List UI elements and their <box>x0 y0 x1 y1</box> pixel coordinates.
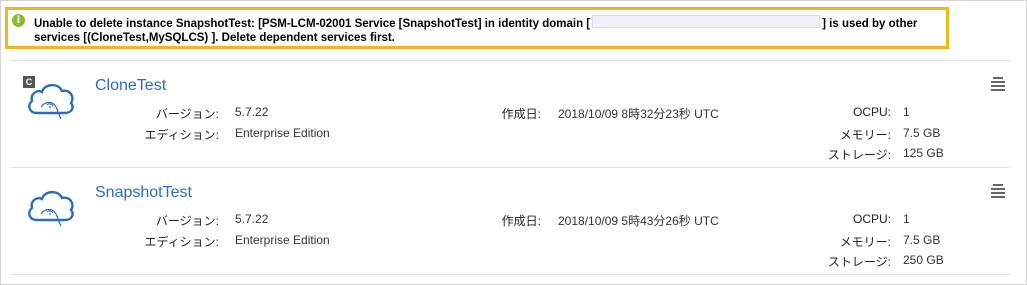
alert-message-start: Unable to delete instance SnapshotTest: … <box>34 18 591 30</box>
created-label: 作成日: <box>501 107 541 121</box>
instance-name-link[interactable]: CloneTest <box>95 77 166 95</box>
edition-value: Enterprise Edition <box>235 233 330 247</box>
memory-value: 7.5 GB <box>903 233 941 247</box>
clone-badge: C <box>23 76 35 88</box>
version-value: 5.7.22 <box>235 212 269 226</box>
ocpu-label: OCPU: <box>852 105 891 119</box>
instance-row: SnapshotTest バージョン: 5.7.22 エディション: Enter… <box>11 168 1011 274</box>
edition-label: エディション: <box>144 128 220 142</box>
instance-row: C CloneTest バージョン: 5.7.22 エディション: Enterp… <box>11 61 1011 167</box>
edition-label: エディション: <box>144 235 220 249</box>
service-list-panel: i Unable to delete instance SnapshotTest… <box>0 0 1027 285</box>
edition-value: Enterprise Edition <box>235 126 330 140</box>
memory-label: メモリー: <box>839 235 891 249</box>
mysql-cloud-icon <box>28 190 74 227</box>
info-icon: i <box>12 14 25 27</box>
storage-label: ストレージ: <box>827 148 891 162</box>
ocpu-label: OCPU: <box>852 212 891 226</box>
alert-message: Unable to delete instance SnapshotTest: … <box>34 15 946 45</box>
divider <box>11 274 1011 275</box>
error-alert: i Unable to delete instance SnapshotTest… <box>5 7 949 49</box>
memory-label: メモリー: <box>839 128 891 142</box>
ocpu-value: 1 <box>903 105 910 119</box>
created-label: 作成日: <box>501 214 541 228</box>
hamburger-menu-icon[interactable] <box>991 77 1005 93</box>
redacted-domain <box>592 15 821 28</box>
storage-label: ストレージ: <box>827 255 891 269</box>
created-value: 2018/10/09 5時43分26秒 UTC <box>558 214 719 228</box>
version-label: バージョン: <box>155 214 219 228</box>
instance-list: C CloneTest バージョン: 5.7.22 エディション: Enterp… <box>11 60 1011 275</box>
created-value: 2018/10/09 8時32分23秒 UTC <box>558 107 719 121</box>
ocpu-value: 1 <box>903 212 910 226</box>
storage-value: 250 GB <box>903 253 944 267</box>
version-value: 5.7.22 <box>235 105 269 119</box>
memory-value: 7.5 GB <box>903 126 941 140</box>
storage-value: 125 GB <box>903 146 944 160</box>
instance-name-link[interactable]: SnapshotTest <box>95 184 192 202</box>
hamburger-menu-icon[interactable] <box>991 184 1005 200</box>
version-label: バージョン: <box>155 107 219 121</box>
